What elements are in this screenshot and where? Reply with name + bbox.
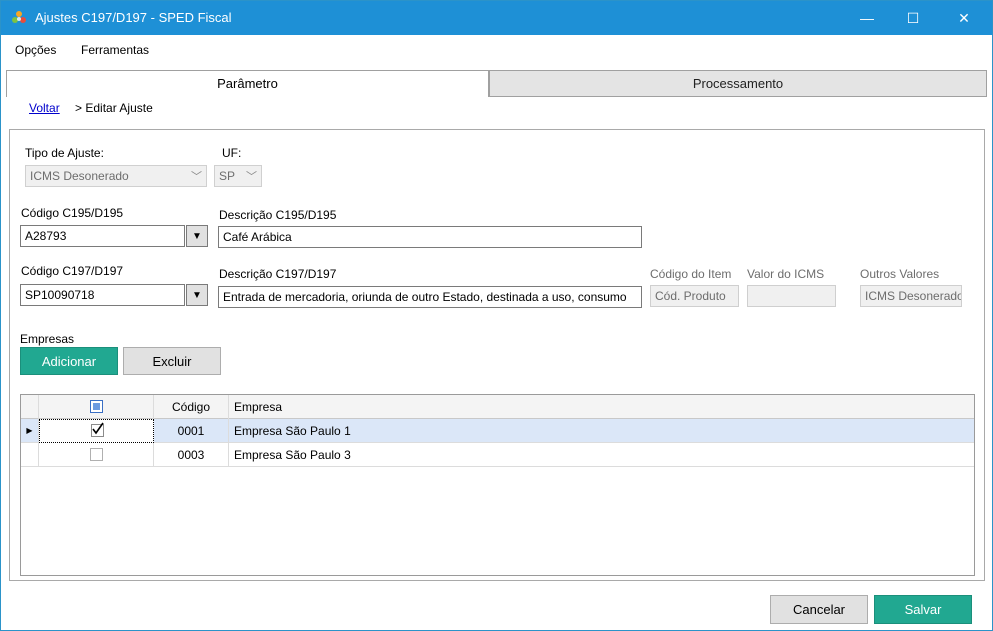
table-row[interactable]: ▶ 0001 Empresa São Paulo 1 [21, 419, 974, 443]
uf-select[interactable]: SP ﹀ [214, 165, 262, 187]
codigo-c197-input[interactable]: SP10090718 [20, 284, 185, 306]
row-pointer-icon: ▶ [21, 419, 39, 443]
descricao-c197-label: Descrição C197/D197 [219, 267, 337, 281]
menu-opcoes[interactable]: Opções [15, 43, 56, 57]
row-checkbox-checked[interactable] [91, 422, 104, 437]
column-header-codigo[interactable]: Código [154, 395, 229, 419]
close-icon: ✕ [958, 9, 970, 26]
tipo-ajuste-select[interactable]: ICMS Desonerado ﹀ [25, 165, 207, 187]
codigo-item-label: Código do Item [650, 267, 732, 281]
breadcrumb-current: > Editar Ajuste [75, 101, 153, 115]
breadcrumb: Voltar > Editar Ajuste [29, 101, 153, 115]
row-header-corner [21, 395, 39, 419]
empresas-section-label: Empresas [20, 332, 75, 346]
codigo-c195-dropdown-button[interactable]: ▼ [186, 225, 208, 247]
row-checkbox-cell[interactable] [39, 419, 154, 443]
row-checkbox-unchecked[interactable] [90, 448, 103, 461]
menu-ferramentas[interactable]: Ferramentas [81, 43, 149, 57]
descricao-c195-label: Descrição C195/D195 [219, 208, 337, 222]
uf-value: SP [219, 169, 236, 183]
column-header-empresa[interactable]: Empresa [229, 395, 974, 419]
codigo-c195-input[interactable]: A28793 [20, 225, 185, 247]
chevron-down-icon: ﹀ [246, 171, 257, 183]
valor-icms-label: Valor do ICMS [747, 267, 825, 281]
window-title: Ajustes C197/D197 - SPED Fiscal [35, 10, 232, 25]
row-header-cell [21, 443, 39, 467]
valor-icms-input[interactable] [747, 285, 836, 307]
row-empresa: Empresa São Paulo 1 [234, 424, 351, 438]
codigo-c197-label: Código C197/D197 [21, 264, 124, 278]
minimize-button[interactable]: — [844, 1, 890, 35]
salvar-button[interactable]: Salvar [874, 595, 972, 624]
adicionar-button[interactable]: Adicionar [20, 347, 118, 375]
codigo-c197-dropdown-button[interactable]: ▼ [186, 284, 208, 306]
row-codigo: 0001 [154, 419, 229, 443]
outros-valores-input[interactable]: ICMS Desonerado [860, 285, 962, 307]
app-logo-icon [11, 10, 27, 26]
excluir-button[interactable]: Excluir [123, 347, 221, 375]
triangle-down-icon: ▼ [192, 230, 202, 242]
tipo-ajuste-label: Tipo de Ajuste: [25, 146, 104, 160]
outros-valores-label: Outros Valores [860, 267, 940, 281]
maximize-icon: ☐ [906, 9, 920, 26]
descricao-c197-input[interactable]: Entrada de mercadoria, oriunda de outro … [218, 286, 642, 308]
select-all-cell[interactable] [39, 395, 154, 419]
menu-bar: Opções Ferramentas [1, 35, 992, 63]
maximize-button[interactable]: ☐ [890, 1, 936, 35]
close-button[interactable]: ✕ [941, 1, 987, 35]
minimize-icon: — [860, 10, 874, 26]
cancelar-button[interactable]: Cancelar [770, 595, 868, 624]
empresas-grid: Código Empresa ▶ 0001 Empresa São Paulo … [20, 394, 975, 576]
app-window: Ajustes C197/D197 - SPED Fiscal — ☐ ✕ Op… [0, 0, 993, 631]
title-bar[interactable]: Ajustes C197/D197 - SPED Fiscal — ☐ ✕ [1, 1, 992, 35]
chevron-down-icon: ﹀ [191, 171, 202, 183]
tab-strip: Parâmetro Processamento [1, 63, 992, 97]
grid-header: Código Empresa [21, 395, 974, 419]
codigo-item-input[interactable]: Cód. Produto [650, 285, 739, 307]
select-all-checkbox[interactable] [90, 400, 103, 413]
uf-label: UF: [222, 146, 242, 160]
codigo-c195-label: Código C195/D195 [21, 206, 124, 220]
triangle-down-icon: ▼ [192, 289, 202, 301]
row-checkbox-cell[interactable] [39, 443, 154, 467]
tab-parametro[interactable]: Parâmetro [6, 70, 489, 97]
descricao-c195-input[interactable]: Café Arábica [218, 226, 642, 248]
row-codigo: 0003 [154, 443, 229, 467]
table-row[interactable]: 0003 Empresa São Paulo 3 [21, 443, 974, 467]
edit-panel: Tipo de Ajuste: ICMS Desonerado ﹀ UF: SP… [9, 129, 985, 581]
tab-processamento[interactable]: Processamento [489, 70, 987, 97]
row-empresa: Empresa São Paulo 3 [234, 448, 351, 462]
tipo-ajuste-value: ICMS Desonerado [30, 169, 129, 183]
back-link[interactable]: Voltar [29, 101, 60, 115]
